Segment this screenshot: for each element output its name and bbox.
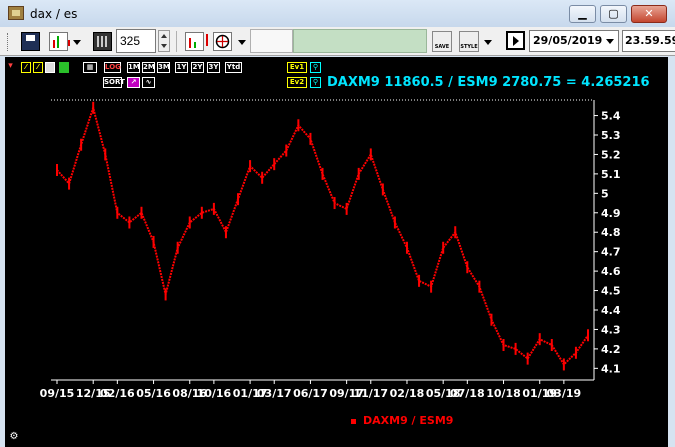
settings-icon[interactable]: ⚙ [7,432,21,445]
y-tick-label: 4.2 [601,343,621,356]
save-button[interactable]: SAVE [432,31,452,52]
title-bar[interactable]: dax / es ▁ ▢ ✕ [0,0,675,27]
ratio-series-line [56,104,589,366]
time-field[interactable]: 23.59.59 [622,30,675,52]
x-tick-label: 05/16 [136,387,171,400]
symbol-field[interactable] [250,29,293,53]
play-icon[interactable] [506,31,525,50]
x-tick-label: 07/18 [450,387,485,400]
minimize-icon: ▁ [578,7,587,20]
toolbar-grip[interactable] [7,33,10,51]
chart-type-icon[interactable] [49,32,70,51]
date-picker[interactable]: 29/05/2019 [529,30,619,52]
x-tick-label: 11/17 [353,387,388,400]
status-field [293,29,427,53]
x-tick-label: 10/18 [486,387,521,400]
date-value: 29/05/2019 [533,34,603,47]
save-button-label: SAVE [434,44,450,50]
period-spinner[interactable] [158,30,170,52]
period-input[interactable] [116,29,156,53]
chart-panel[interactable]: ▾ ⁄ ⁄ ▦ LOG 1M 2M 3M 1Y 2Y 3Y Ytd SORT ↗… [5,57,668,447]
y-tick-label: 4.6 [601,265,621,278]
window-title: dax / es [30,7,78,21]
app-window: dax / es ▁ ▢ ✕ SAVE STYLE 29/05/2019 23.… [0,0,675,447]
style-button-label: STYLE [460,44,478,50]
y-tick-label: 4.9 [601,207,621,220]
y-tick-label: 4.1 [601,362,621,375]
x-tick-label: 06/17 [293,387,328,400]
y-tick-label: 5 [601,187,609,200]
close-icon: ✕ [644,7,654,20]
compare-icon[interactable] [213,32,232,51]
minimize-button[interactable]: ▁ [569,5,596,23]
x-tick-label: 09/15 [40,387,75,400]
indicator-icon[interactable] [185,32,208,51]
y-tick-label: 5.3 [601,129,621,142]
time-value: 23.59.59 [625,34,675,47]
save-icon[interactable] [21,32,40,51]
x-tick-label: 10/16 [197,387,232,400]
x-tick-label: 02/18 [390,387,425,400]
app-icon [8,6,24,20]
y-tick-label: 5.4 [601,110,621,123]
close-button[interactable]: ✕ [631,5,667,23]
date-dropdown-arrow[interactable] [606,39,614,44]
toolbar-separator [176,31,177,52]
maximize-icon: ▢ [608,7,619,20]
maximize-button[interactable]: ▢ [600,5,627,23]
chart-type-dropdown-arrow[interactable] [73,40,81,45]
calculator-icon[interactable] [93,32,112,51]
x-tick-label: 03/19 [547,387,582,400]
y-tick-label: 5.2 [601,148,621,161]
y-tick-label: 4.7 [601,246,621,259]
style-button[interactable]: STYLE [459,31,479,52]
y-tick-label: 4.8 [601,226,621,239]
x-tick-label: 03/17 [257,387,292,400]
style-dropdown-arrow[interactable] [484,40,492,45]
y-tick-label: 4.5 [601,285,621,298]
ratio-chart[interactable]: 5.4 5.3 5.2 5.1 5 4.9 4.8 4.7 4.6 4.5 4.4 4.3 4.2 4.1… [5,57,668,447]
y-tick-label: 5.1 [601,168,621,181]
y-tick-label: 4.3 [601,323,621,336]
x-tick-label: 02/16 [100,387,135,400]
compare-dropdown-arrow[interactable] [238,40,246,45]
y-tick-label: 4.4 [601,304,621,317]
legend-swatch [351,419,356,424]
legend-label: DAXM9 / ESM9 [363,414,453,427]
